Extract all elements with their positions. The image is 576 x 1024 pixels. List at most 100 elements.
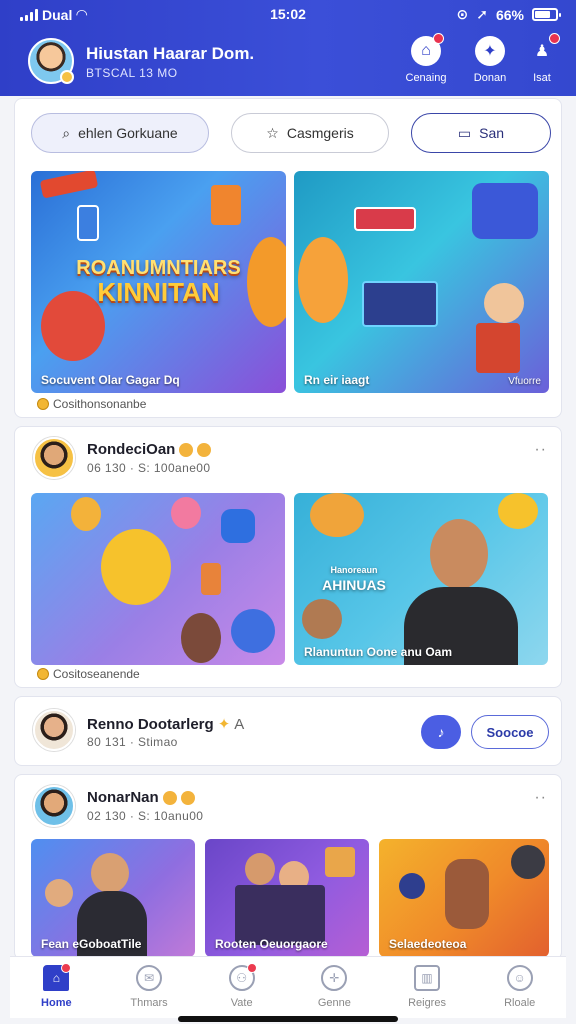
post-tile-left[interactable] (31, 493, 285, 665)
play-button[interactable]: ♪ (421, 715, 461, 749)
character-illustration (498, 493, 538, 529)
notification-badge (61, 963, 72, 973)
header-action-label: Isat (533, 72, 551, 84)
game-icon: ✛ (321, 965, 348, 991)
nav-item-game[interactable]: ✛ Genne (288, 957, 381, 1018)
featured-footer-label: Cosithonsonanbe (53, 397, 147, 411)
notification-badge (246, 963, 257, 973)
post-author-name: NonarNan (87, 789, 159, 806)
ticket-illustration (39, 171, 99, 199)
post-author: RondeciOan (87, 441, 212, 458)
bottom-nav: ⌂ Home ✉ Thmars ⚇ Vate ✛ Genne ▥ Reigres… (10, 956, 566, 1018)
tile-overlay-title: AHINUAS (322, 577, 386, 593)
profile-icon: ☺ (506, 965, 533, 991)
nav-item-gift[interactable]: ▥ Reigres (381, 957, 474, 1018)
nav-label: Rloale (504, 997, 536, 1009)
post-meta: 02 130 · S: 10anu00 (87, 809, 204, 823)
person-illustration (235, 885, 325, 945)
post-tile[interactable]: Fean eGoboatTile (31, 839, 195, 957)
person-illustration (430, 519, 488, 589)
user-avatar[interactable] (28, 38, 74, 84)
location-icon: ➚ (476, 6, 488, 22)
search-icon: ⌕ (62, 124, 71, 141)
gift-icon: ▥ (414, 965, 441, 991)
post-tile[interactable]: Rooten Oeuorgaore (205, 839, 369, 957)
header-subtitle: BTSCAL 13 MO (86, 66, 178, 80)
nav-label: Reigres (408, 997, 446, 1009)
notification-badge (433, 33, 444, 44)
home-icon: ⌂ (411, 33, 444, 66)
post-tile-right[interactable]: Hanoreaun AHINUAS Rlanuntun Oone anu Oam (294, 493, 548, 665)
post-avatar[interactable] (33, 437, 75, 479)
status-right: ⊙ ➚ 66% (457, 6, 561, 23)
nav-label: Vate (230, 997, 253, 1009)
post-meta: 80 131 · Stimao (87, 735, 178, 749)
post-avatar[interactable] (33, 785, 75, 827)
battery-icon (532, 8, 561, 21)
nav-item-home[interactable]: ⌂ Home (10, 957, 103, 1018)
featured-tile-right[interactable]: Rn eir iaagt Vfuorre (294, 171, 549, 393)
post-avatar[interactable] (33, 709, 75, 751)
featured-footer: Cosithonsonanbe (37, 397, 146, 411)
top-bar: Dual ◠ 15:02 ⊙ ➚ 66% Hiustan Haarar Dom.… (0, 0, 576, 96)
categories-chip-label: Casmgeris (286, 125, 354, 141)
nav-item-profile[interactable]: ☺ Rloale (473, 957, 566, 1018)
people-icon: ⚇ (228, 963, 257, 991)
post-card: NonarNan 02 130 · S: 10anu00 ·· Fean eGo… (14, 774, 562, 960)
ball-illustration (231, 609, 275, 653)
chip-row: ⌕ ehlen Gorkuane ☆ Casmgeris ▭ San (31, 113, 551, 153)
post-footer: Cositoseanende (37, 667, 140, 681)
header-action-compass[interactable]: ✦ Donan (462, 36, 518, 84)
scan-icon: ▭ (457, 124, 472, 141)
more-options-icon[interactable]: ·· (534, 441, 547, 459)
music-icon: ♪ (437, 724, 445, 740)
search-chip[interactable]: ⌕ ehlen Gorkuane (31, 113, 209, 153)
header-title: Hiustan Haarar Dom. (86, 44, 255, 63)
person-illustration (181, 613, 221, 663)
person-illustration (245, 853, 275, 885)
nav-item-chat[interactable]: ✉ Thmars (103, 957, 196, 1018)
tile-caption-right: Vfuorre (508, 376, 541, 387)
scan-chip[interactable]: ▭ San (411, 113, 551, 153)
nav-label: Genne (317, 997, 351, 1009)
categories-chip[interactable]: ☆ Casmgeris (231, 113, 389, 153)
post-footer-label: Cositoseanende (53, 667, 140, 681)
search-chip-label: ehlen Gorkuane (78, 125, 178, 141)
app-header: Hiustan Haarar Dom. BTSCAL 13 MO ⌂ Cenai… (10, 30, 566, 94)
tile-caption: Rooten Oeuorgaore (215, 937, 328, 951)
person-illustration (476, 323, 520, 373)
status-bar: Dual ◠ 15:02 ⊙ ➚ 66% (0, 0, 576, 28)
tile-banner-bottom: KINNITAN (97, 277, 220, 307)
person-illustration (91, 853, 129, 893)
post-author: Renno Dootarlerg ✦ A (87, 715, 245, 734)
home-indicator[interactable] (178, 1016, 398, 1022)
post-author-name: Renno Dootarlerg (87, 715, 214, 733)
battery-level (535, 11, 550, 18)
status-dot (60, 70, 74, 84)
person-illustration (399, 873, 425, 899)
character-illustration (445, 859, 489, 929)
tile-caption: Socuvent Olar Gagar Dq (41, 373, 180, 387)
header-action-person[interactable]: ♟ Isat (514, 33, 570, 84)
cube-illustration (325, 847, 355, 877)
character-illustration (71, 497, 101, 531)
header-action-home[interactable]: ⌂ Cenaing (398, 33, 454, 84)
featured-card: ⌕ ehlen Gorkuane ☆ Casmgeris ▭ San ROANU… (14, 98, 562, 418)
medal-icon (179, 442, 194, 457)
header-action-label: Cenaing (405, 72, 447, 84)
person-icon: ♟ (527, 33, 560, 66)
device-illustration (472, 183, 538, 239)
post-tile[interactable]: Selaedeoteoa (379, 839, 549, 957)
header-action-label: Donan (473, 72, 507, 84)
home-icon: ⌂ (43, 963, 72, 991)
battery-label: 66% (495, 6, 524, 23)
person-illustration (45, 879, 73, 907)
more-options-icon[interactable]: ·· (534, 789, 547, 807)
post-meta: 06 130 · S: 100ane00 (87, 461, 211, 475)
a-icon: A (234, 715, 245, 733)
ticket-illustration (354, 207, 416, 231)
phone-illustration (77, 205, 99, 241)
nav-item-people[interactable]: ⚇ Vate (195, 957, 288, 1018)
featured-tile-left[interactable]: ROANUMNTIARS KINNITAN Socuvent Olar Gaga… (31, 171, 286, 393)
source-button[interactable]: Soocoe (471, 715, 549, 749)
